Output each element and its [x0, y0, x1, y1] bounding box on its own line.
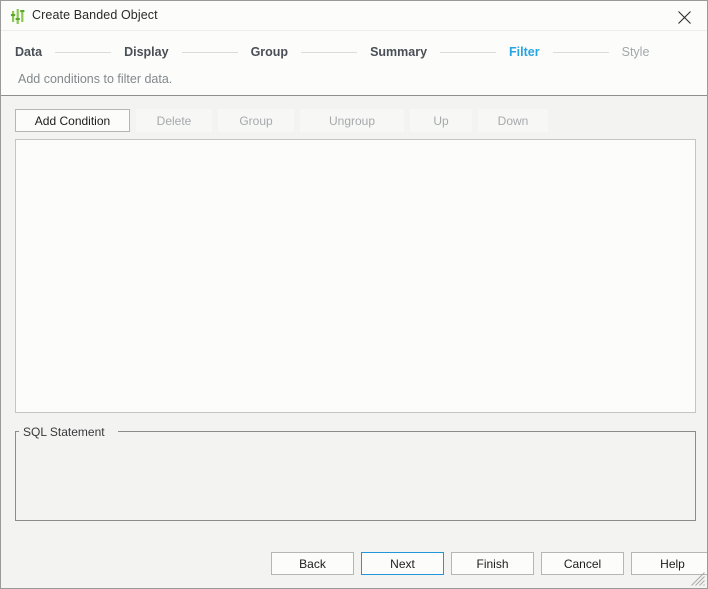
- group-button: Group: [218, 109, 294, 132]
- step-separator: [552, 51, 609, 53]
- step-separator: [301, 51, 358, 53]
- step-display[interactable]: Display: [124, 45, 168, 59]
- step-separator: [440, 51, 497, 53]
- window-title: Create Banded Object: [32, 8, 158, 22]
- sql-statement-label: SQL Statement: [23, 425, 105, 439]
- create-banded-object-dialog: Create Banded Object Data Display Group …: [0, 0, 708, 589]
- add-condition-button[interactable]: Add Condition: [15, 109, 130, 132]
- step-filter[interactable]: Filter: [509, 45, 540, 59]
- back-button[interactable]: Back: [271, 552, 354, 575]
- dialog-footer: Back Next Finish Cancel Help: [271, 552, 707, 575]
- cancel-button[interactable]: Cancel: [541, 552, 624, 575]
- step-group[interactable]: Group: [251, 45, 289, 59]
- step-summary[interactable]: Summary: [370, 45, 427, 59]
- wizard-steps: Data Display Group Summary Filter Style: [15, 42, 649, 62]
- step-separator: [55, 51, 112, 53]
- move-down-button: Down: [478, 109, 548, 132]
- move-up-button: Up: [410, 109, 472, 132]
- conditions-list-panel[interactable]: [15, 139, 696, 413]
- step-style: Style: [621, 45, 650, 59]
- page-subtitle: Add conditions to filter data.: [18, 72, 173, 86]
- finish-button[interactable]: Finish: [451, 552, 534, 575]
- bar-chart-icon: [11, 9, 25, 24]
- next-button[interactable]: Next: [361, 552, 444, 575]
- titlebar: Create Banded Object: [1, 1, 707, 31]
- close-icon[interactable]: [662, 1, 707, 30]
- conditions-toolbar: Add Condition Delete Group Ungroup Up Do…: [15, 109, 554, 132]
- step-data[interactable]: Data: [15, 45, 42, 59]
- wizard-steps-bar: Data Display Group Summary Filter Style …: [1, 31, 707, 96]
- delete-button: Delete: [136, 109, 212, 132]
- step-separator: [181, 51, 238, 53]
- sql-statement-group: [15, 431, 696, 521]
- ungroup-button: Ungroup: [300, 109, 404, 132]
- resize-grip[interactable]: [691, 572, 705, 586]
